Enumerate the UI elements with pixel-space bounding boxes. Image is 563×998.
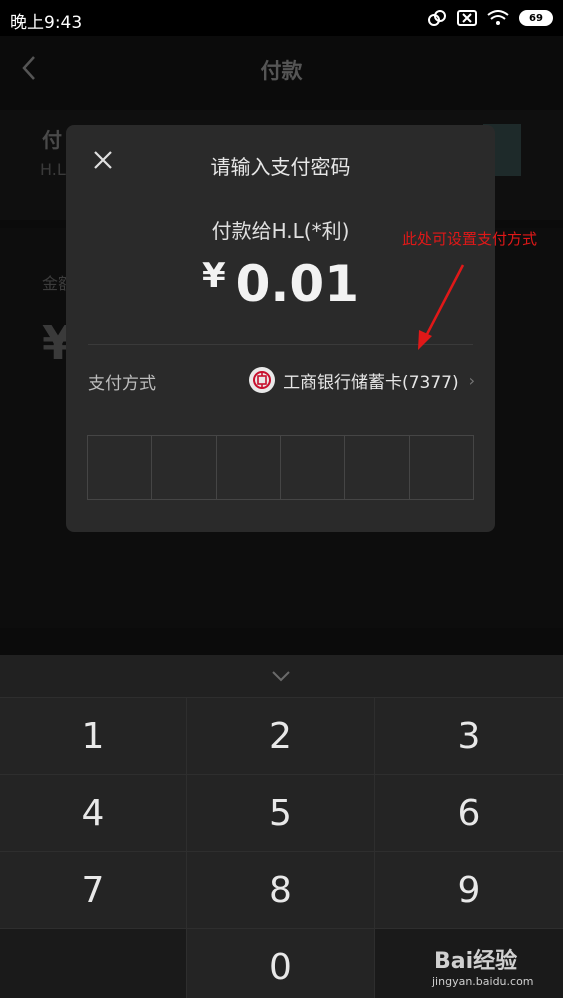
payment-method-selector[interactable]: 工商银行储蓄卡(7377) ›: [249, 367, 475, 393]
dialog-title: 请输入支付密码: [210, 155, 351, 179]
key-1[interactable]: 1: [0, 697, 187, 774]
password-cell[interactable]: [217, 436, 281, 499]
chevron-right-icon: ›: [468, 370, 475, 390]
password-cell[interactable]: [152, 436, 217, 499]
sim-off-icon: [457, 10, 477, 26]
page-title: 付款: [260, 59, 303, 83]
password-cell[interactable]: [410, 436, 473, 499]
key-7[interactable]: 7: [0, 851, 187, 928]
payment-amount: ¥0.01: [66, 255, 495, 313]
watermark-logo: Bai经验: [434, 949, 518, 974]
battery-icon: 69: [519, 10, 553, 26]
battery-level: 69: [529, 12, 543, 24]
link-icon: [428, 10, 446, 26]
key-3[interactable]: 3: [375, 697, 563, 774]
key-2[interactable]: 2: [187, 697, 375, 774]
payment-method-value: 工商银行储蓄卡(7377): [283, 372, 459, 393]
key-9[interactable]: 9: [375, 851, 563, 928]
icbc-logo-icon: [249, 367, 276, 393]
baidu-jingyan-watermark: Bai经验 jingyan.baidu.com: [430, 935, 560, 995]
password-cell[interactable]: [88, 436, 153, 499]
key-blank: [0, 928, 187, 998]
password-input[interactable]: [87, 435, 474, 500]
payee-card-sub: H.L: [40, 160, 66, 179]
key-4[interactable]: 4: [0, 774, 187, 851]
divider: [88, 344, 473, 345]
watermark-url: jingyan.baidu.com: [432, 975, 534, 988]
header: 付款: [0, 36, 563, 100]
key-0[interactable]: 0: [187, 928, 375, 998]
key-6[interactable]: 6: [375, 774, 563, 851]
payment-method-label: 支付方式: [88, 374, 156, 394]
status-bar: 晚上9:43 69: [0, 0, 563, 36]
annotation-text: 此处可设置支付方式: [402, 230, 538, 248]
status-time: 晚上9:43: [10, 13, 83, 33]
chevron-down-icon[interactable]: [270, 669, 292, 683]
key-8[interactable]: 8: [187, 851, 375, 928]
payee-card-label: 付: [42, 128, 62, 152]
wifi-icon: [487, 10, 509, 25]
key-5[interactable]: 5: [187, 774, 375, 851]
payment-password-dialog: 请输入支付密码 付款给H.L(*利) ¥0.01 支付方式 工商银行储蓄卡(73…: [66, 125, 495, 532]
password-cell[interactable]: [281, 436, 346, 499]
password-cell[interactable]: [345, 436, 410, 499]
currency-symbol: ¥: [201, 256, 226, 296]
status-icons: 69: [427, 8, 553, 28]
amount-value: 0.01: [235, 255, 360, 313]
